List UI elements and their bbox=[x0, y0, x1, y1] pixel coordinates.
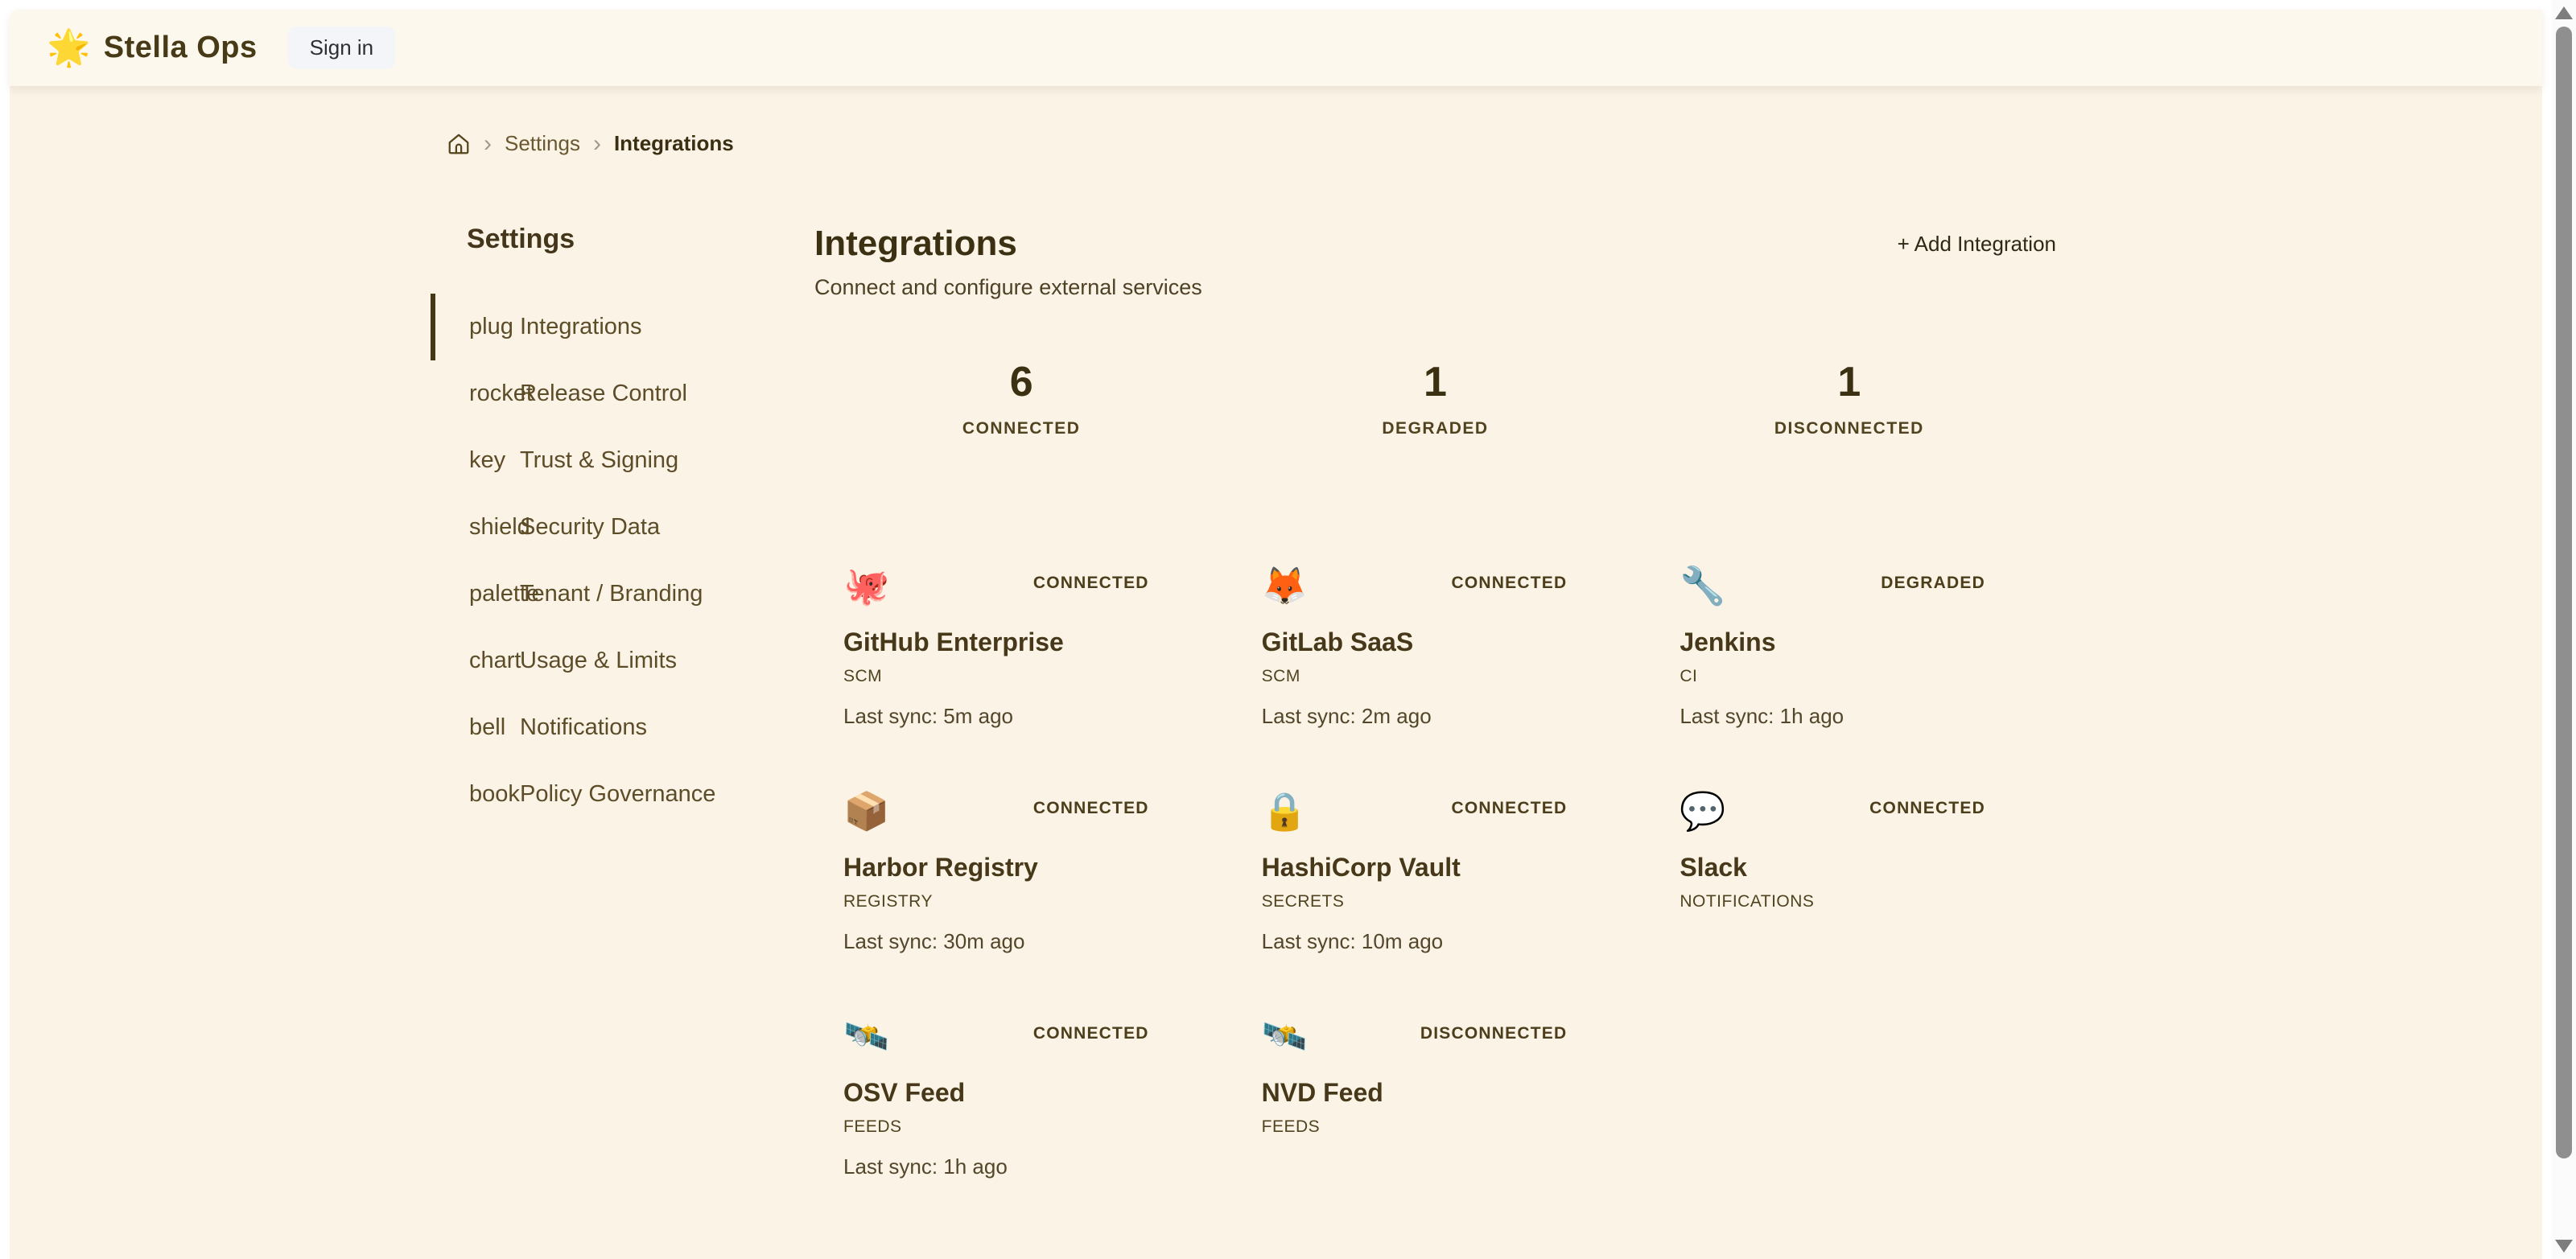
settings-sidebar: Settings plugIntegrations rocketRelease … bbox=[431, 224, 814, 1193]
status-badge: DEGRADED bbox=[1881, 574, 1985, 593]
wrench-icon: 🔧 bbox=[1680, 566, 1725, 607]
card-header-row: 🔧 DEGRADED bbox=[1680, 566, 1985, 607]
sidebar-item-label: Security Data bbox=[520, 514, 660, 540]
integration-name: OSV Feed bbox=[843, 1078, 1149, 1108]
status-badge: CONNECTED bbox=[1452, 574, 1568, 593]
stat-label: DISCONNECTED bbox=[1642, 419, 2056, 438]
integration-type: SECRETS bbox=[1262, 892, 1568, 911]
speech-balloon-icon: 💬 bbox=[1680, 791, 1725, 832]
last-sync-text: Last sync: 1h ago bbox=[1680, 704, 1985, 729]
status-badge: CONNECTED bbox=[1033, 1024, 1149, 1043]
integration-type: FEEDS bbox=[1262, 1117, 1568, 1137]
stat-value: 6 bbox=[814, 358, 1228, 406]
status-badge: DISCONNECTED bbox=[1420, 1024, 1567, 1043]
card-header-row: 🦊 CONNECTED bbox=[1262, 566, 1568, 607]
sidebar-item-label: Policy Governance bbox=[520, 781, 715, 807]
breadcrumb: › Settings › Integrations bbox=[431, 131, 2056, 156]
status-badge: CONNECTED bbox=[1869, 799, 1985, 818]
integrations-main: Integrations Connect and configure exter… bbox=[814, 224, 2056, 1193]
stella-ops-logo-star-icon: 🌟 bbox=[47, 31, 91, 66]
sign-in-button[interactable]: Sign in bbox=[288, 27, 396, 69]
satellite-icon: 🛰️ bbox=[1262, 1016, 1308, 1057]
package-icon: 📦 bbox=[843, 791, 889, 832]
sidebar-item-label: Notifications bbox=[520, 714, 647, 740]
home-icon[interactable] bbox=[447, 132, 471, 156]
status-summary: 6 CONNECTED 1 DEGRADED 1 DISCONNECTED bbox=[814, 358, 2056, 438]
vertical-scrollbar[interactable] bbox=[2552, 0, 2576, 1259]
columns-layout: Settings plugIntegrations rocketRelease … bbox=[431, 224, 2056, 1193]
sidebar-title: Settings bbox=[467, 224, 814, 255]
last-sync-text: Last sync: 5m ago bbox=[843, 704, 1149, 729]
integration-name: GitHub Enterprise bbox=[843, 627, 1149, 657]
integration-type: FEEDS bbox=[843, 1117, 1149, 1137]
chart-icon: chart bbox=[469, 648, 520, 674]
app-window: 🌟 Stella Ops Sign in › Settings › Integr… bbox=[10, 10, 2542, 1259]
sidebar-item-label: Integrations bbox=[520, 314, 642, 339]
content-wrapper: › Settings › Integrations Settings plugI… bbox=[431, 131, 2056, 1193]
add-integration-button[interactable]: + Add Integration bbox=[1898, 232, 2056, 257]
breadcrumb-separator: › bbox=[593, 132, 601, 156]
page-header-text: Integrations Connect and configure exter… bbox=[814, 224, 1202, 300]
integration-name: GitLab SaaS bbox=[1262, 627, 1568, 657]
scrollbar-thumb[interactable] bbox=[2556, 27, 2572, 1158]
palette-icon: palette bbox=[469, 581, 520, 607]
integration-name: Slack bbox=[1680, 853, 1985, 883]
integration-type: NOTIFICATIONS bbox=[1680, 892, 1985, 911]
bell-icon: bell bbox=[469, 714, 520, 741]
card-header-row: 🔒 CONNECTED bbox=[1262, 791, 1568, 832]
integration-type: CI bbox=[1680, 667, 1985, 686]
integration-type: SCM bbox=[843, 667, 1149, 686]
integration-name: Jenkins bbox=[1680, 627, 1985, 657]
satellite-icon: 🛰️ bbox=[843, 1016, 889, 1057]
lock-icon: 🔒 bbox=[1262, 791, 1308, 832]
status-badge: CONNECTED bbox=[1033, 574, 1149, 593]
integration-type: REGISTRY bbox=[843, 892, 1149, 911]
fox-icon: 🦊 bbox=[1262, 566, 1308, 607]
sidebar-item-label: Trust & Signing bbox=[520, 447, 678, 473]
sidebar-item-label: Release Control bbox=[520, 381, 687, 406]
card-header-row: 🛰️ CONNECTED bbox=[843, 1016, 1149, 1057]
integration-type: SCM bbox=[1262, 667, 1568, 686]
card-header-row: 🐙 CONNECTED bbox=[843, 566, 1149, 607]
card-header-row: 💬 CONNECTED bbox=[1680, 791, 1985, 832]
book-icon: book bbox=[469, 781, 520, 808]
status-badge: CONNECTED bbox=[1452, 799, 1568, 818]
card-header-row: 📦 CONNECTED bbox=[843, 791, 1149, 832]
scroll-down-arrow-icon[interactable] bbox=[2555, 1240, 2573, 1253]
octopus-icon: 🐙 bbox=[843, 566, 889, 607]
stat-value: 1 bbox=[1228, 358, 1642, 406]
stat-value: 1 bbox=[1642, 358, 2056, 406]
stat-label: CONNECTED bbox=[814, 419, 1228, 438]
stat-label: DEGRADED bbox=[1228, 419, 1642, 438]
last-sync-text: Last sync: 10m ago bbox=[1262, 929, 1568, 954]
breadcrumb-settings-link[interactable]: Settings bbox=[505, 131, 580, 156]
plug-icon: plug bbox=[469, 314, 520, 340]
status-badge: CONNECTED bbox=[1033, 799, 1149, 818]
breadcrumb-current-page: Integrations bbox=[614, 131, 734, 156]
top-bar: 🌟 Stella Ops Sign in bbox=[10, 10, 2542, 86]
page-header: Integrations Connect and configure exter… bbox=[814, 224, 2056, 300]
rocket-icon: rocket bbox=[469, 381, 520, 407]
card-header-row: 🛰️ DISCONNECTED bbox=[1262, 1016, 1568, 1057]
integration-name: NVD Feed bbox=[1262, 1078, 1568, 1108]
shield-icon: shield bbox=[469, 514, 520, 541]
sidebar-item-label: Usage & Limits bbox=[520, 648, 677, 673]
last-sync-text: Last sync: 2m ago bbox=[1262, 704, 1568, 729]
last-sync-text: Last sync: 1h ago bbox=[843, 1154, 1149, 1179]
integration-cards-grid: 🐙 CONNECTED GitHub Enterprise SCM Last s… bbox=[814, 554, 2056, 1193]
breadcrumb-separator: › bbox=[484, 132, 492, 156]
sidebar-nav-list: plugIntegrations rocketRelease Control k… bbox=[431, 294, 814, 828]
integration-name: Harbor Registry bbox=[843, 853, 1149, 883]
integration-name: HashiCorp Vault bbox=[1262, 853, 1568, 883]
sidebar-item-label: Tenant / Branding bbox=[520, 581, 703, 607]
app-title: Stella Ops bbox=[104, 31, 258, 65]
key-icon: key bbox=[469, 447, 520, 474]
page-subtitle: Connect and configure external services bbox=[814, 275, 1202, 300]
last-sync-text: Last sync: 30m ago bbox=[843, 929, 1149, 954]
page-title: Integrations bbox=[814, 224, 1202, 264]
scroll-up-arrow-icon[interactable] bbox=[2555, 6, 2573, 19]
